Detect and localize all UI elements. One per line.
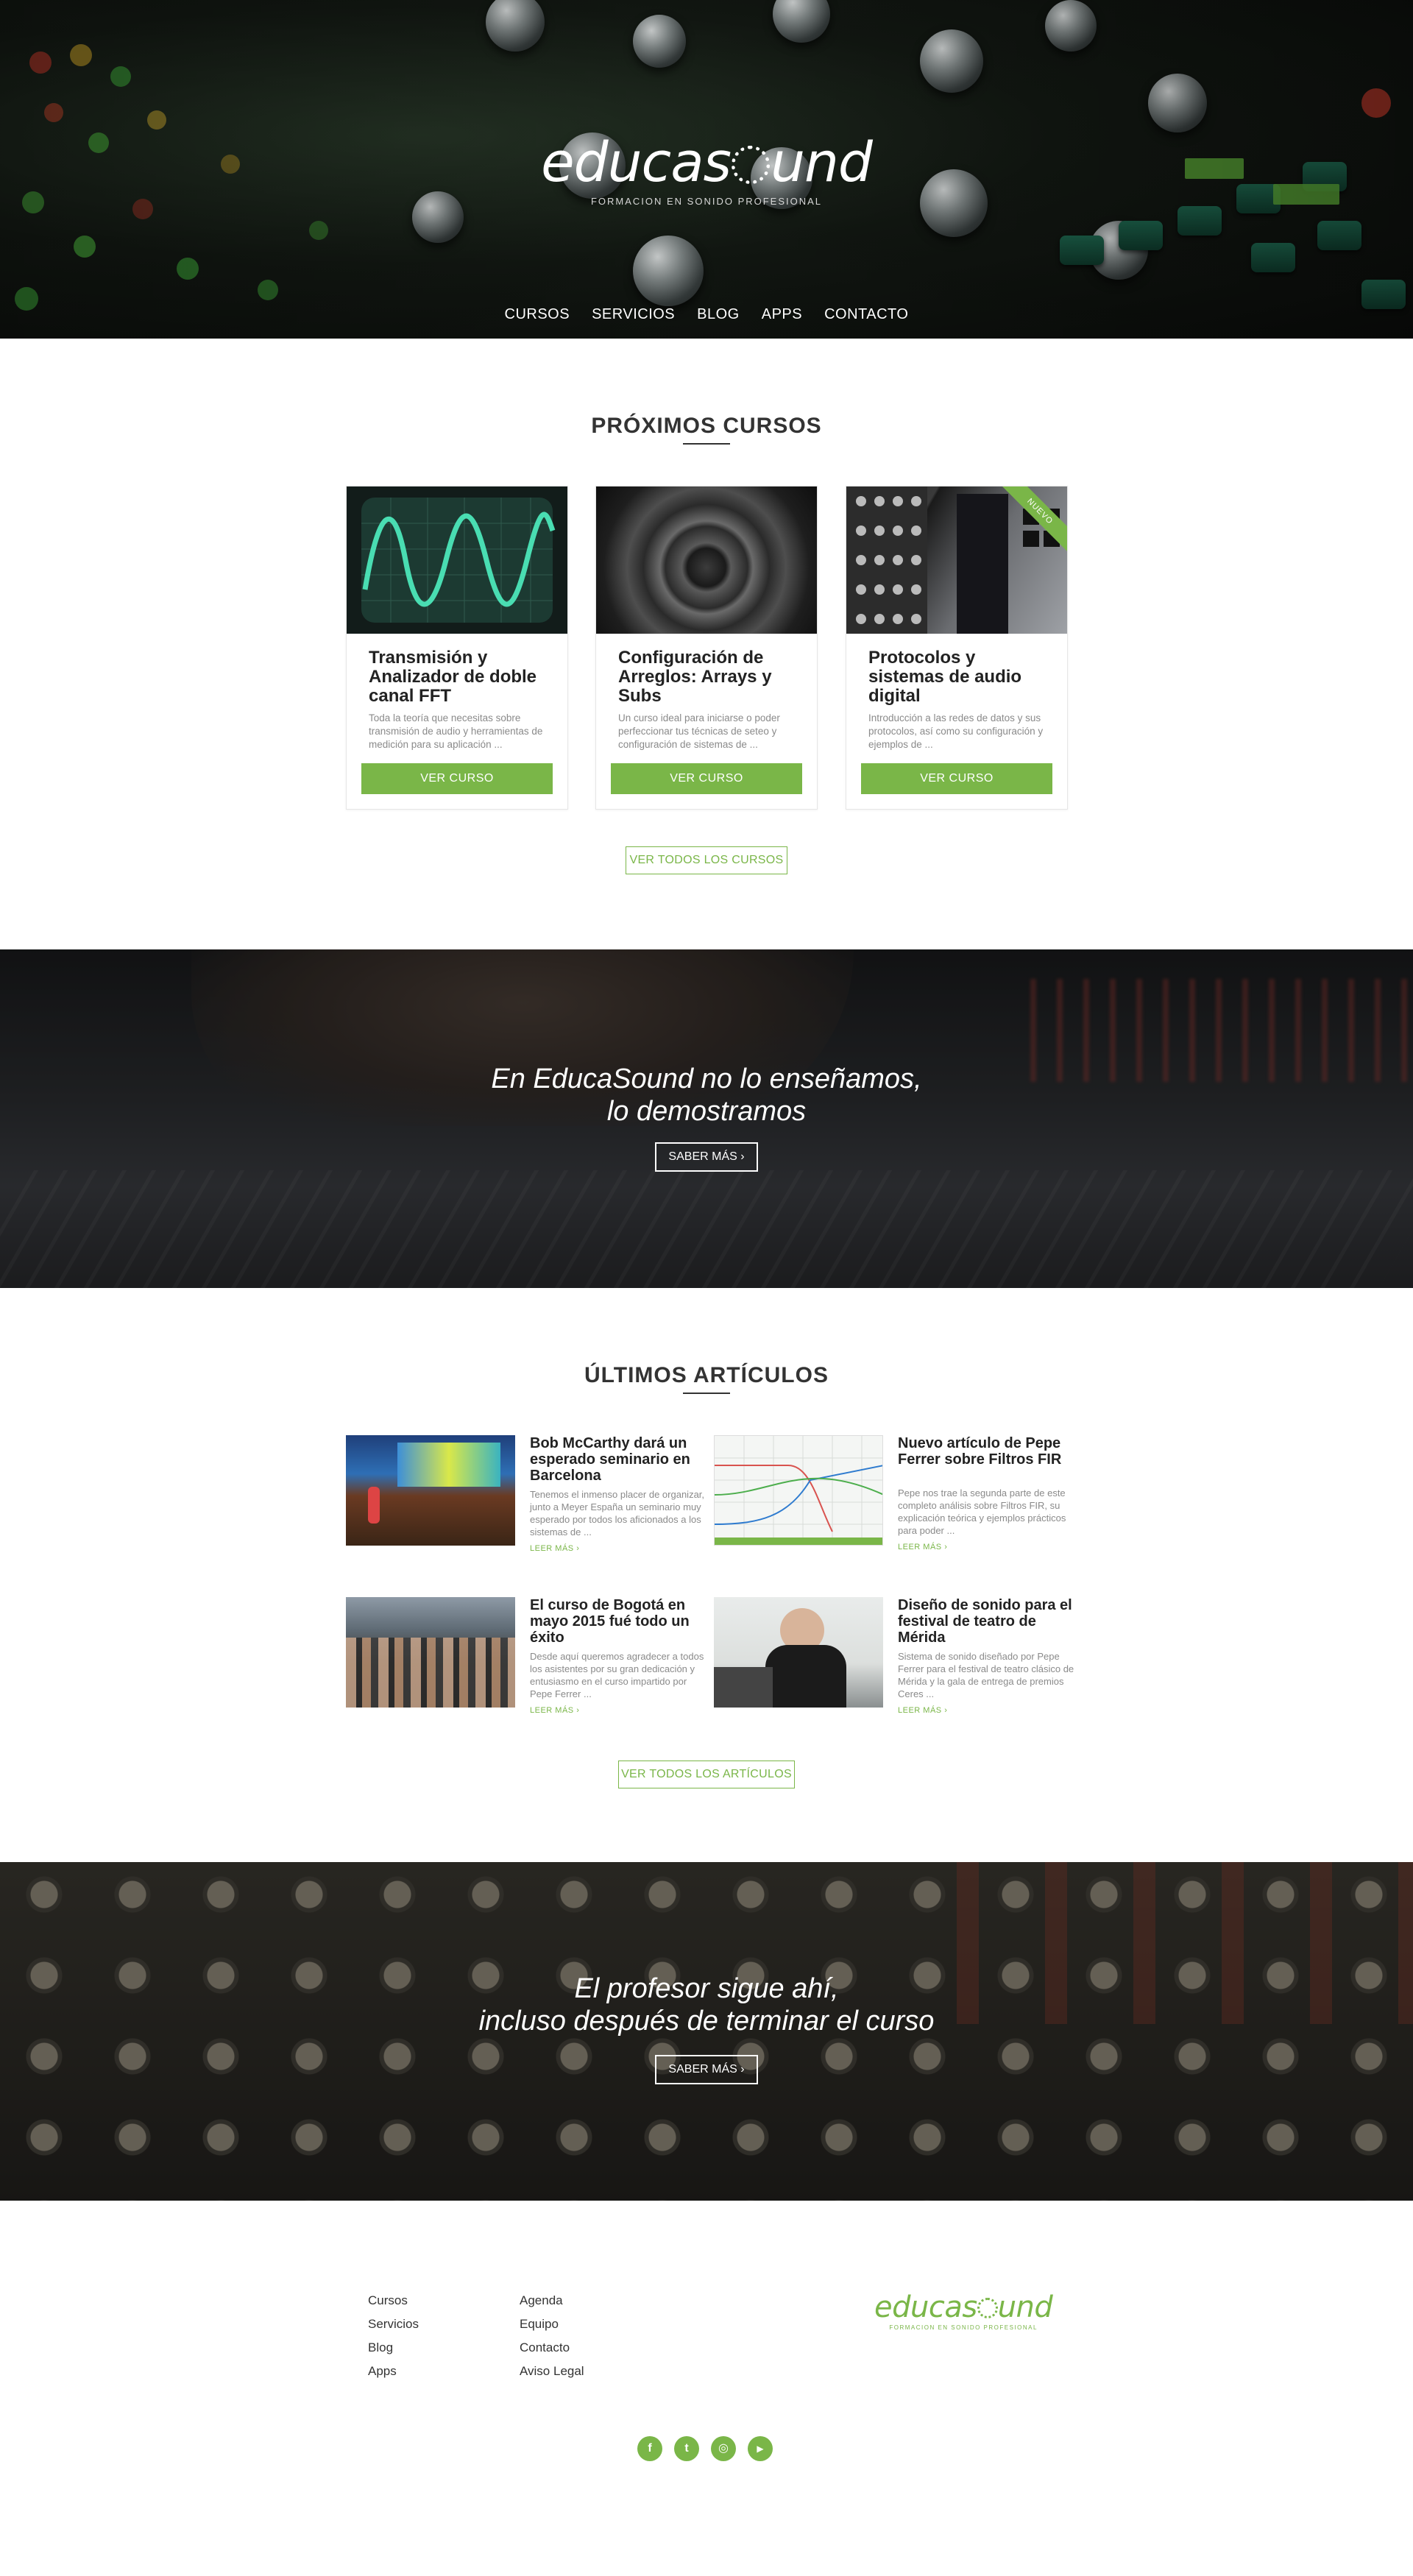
view-all-courses-button[interactable]: VER TODOS LOS CURSOS	[626, 846, 787, 874]
article-title[interactable]: El curso de Bogotá en mayo 2015 fué todo…	[530, 1597, 706, 1646]
banner-quote-line2: incluso después de terminar el curso	[478, 2006, 935, 2037]
logo-sound-icon	[977, 2298, 998, 2318]
learn-more-button[interactable]: SABER MÁS ›	[655, 2055, 758, 2084]
read-more-link[interactable]: LEER MÁS ›	[530, 1544, 579, 1553]
nav-item-apps[interactable]: APPS	[762, 306, 802, 323]
footer-link-servicios[interactable]: Servicios	[368, 2313, 419, 2336]
footer-links-col2: Agenda Equipo Contacto Aviso Legal	[520, 2289, 584, 2383]
footer-link-apps[interactable]: Apps	[368, 2360, 419, 2383]
courses-section-title: PRÓXIMOS CURSOS	[591, 414, 822, 438]
chevron-right-icon: ›	[740, 2063, 745, 2076]
chevron-right-icon: ›	[740, 1150, 745, 1163]
article-item[interactable]: Bob McCarthy dará un esperado seminario …	[346, 1435, 706, 1553]
article-item[interactable]: Nuevo artículo de Pepe Ferrer sobre Filt…	[714, 1435, 1074, 1553]
view-course-button[interactable]: VER CURSO	[611, 763, 802, 794]
footer-link-blog[interactable]: Blog	[368, 2336, 419, 2360]
banner-quote-line1: En EducaSound no lo enseñamos,	[491, 1064, 922, 1094]
logo-tagline: FORMACION EN SONIDO PROFESIONAL	[889, 2324, 1038, 2331]
read-more-link[interactable]: LEER MÁS ›	[530, 1706, 579, 1715]
filter-graph-image	[714, 1435, 883, 1546]
title-divider	[683, 1393, 730, 1394]
learn-more-button[interactable]: SABER MÁS ›	[655, 1142, 758, 1172]
oscilloscope-image	[347, 486, 567, 634]
twitter-icon[interactable]: t	[674, 2436, 699, 2461]
main-navigation: CURSOS SERVICIOS BLOG APPS CONTACTO	[0, 306, 1413, 323]
teacher-banner: El profesor sigue ahí, incluso después d…	[0, 1862, 1413, 2201]
logo-tagline: FORMACION EN SONIDO PROFESIONAL	[590, 196, 823, 207]
article-excerpt: Desde aquí queremos agradecer a todos lo…	[530, 1651, 704, 1699]
instagram-icon[interactable]: ◎	[711, 2436, 736, 2461]
logo-sound-icon	[732, 146, 771, 184]
course-card[interactable]: Configuración de Arreglos: Arrays y Subs…	[595, 486, 818, 810]
nav-item-blog[interactable]: BLOG	[697, 306, 740, 323]
nav-item-cursos[interactable]: CURSOS	[505, 306, 570, 323]
youtube-icon[interactable]: ▶	[748, 2436, 773, 2461]
footer-logo[interactable]: educas und FORMACION EN SONIDO PROFESIONA…	[874, 2290, 1053, 2331]
audio-interface-image: NUEVO	[846, 486, 1067, 634]
course-title[interactable]: Transmisión y Analizador de doble canal …	[369, 648, 545, 706]
course-excerpt: Un curso ideal para iniciarse o poder pe…	[618, 712, 780, 750]
view-course-button[interactable]: VER CURSO	[861, 763, 1052, 794]
articles-section-title: ÚLTIMOS ARTÍCULOS	[584, 1363, 829, 1387]
course-title[interactable]: Configuración de Arreglos: Arrays y Subs	[618, 648, 795, 706]
footer-link-contacto[interactable]: Contacto	[520, 2336, 584, 2360]
banner-quote-line2: lo demostramos	[606, 1096, 807, 1127]
course-excerpt: Toda la teoría que necesitas sobre trans…	[369, 712, 543, 750]
facebook-icon[interactable]: f	[637, 2436, 662, 2461]
demo-banner: En EducaSound no lo enseñamos, lo demost…	[0, 949, 1413, 1288]
speaker-image	[596, 486, 817, 634]
group-photo-image	[346, 1597, 515, 1708]
article-excerpt: Pepe nos trae la segunda parte de este c…	[898, 1487, 1066, 1536]
footer-link-equipo[interactable]: Equipo	[520, 2313, 584, 2336]
footer-link-agenda[interactable]: Agenda	[520, 2289, 584, 2313]
article-excerpt: Tenemos el inmenso placer de organizar, …	[530, 1489, 705, 1538]
course-card[interactable]: NUEVO Protocolos y sistemas de audio dig…	[846, 486, 1068, 810]
logo-wordmark: educas und	[541, 131, 873, 194]
seminar-stage-image	[346, 1435, 515, 1546]
course-excerpt: Introducción a las redes de datos y sus …	[868, 712, 1044, 750]
banner-quote-line1: El profesor sigue ahí,	[574, 1973, 839, 2004]
read-more-link[interactable]: LEER MÁS ›	[898, 1706, 947, 1715]
article-item[interactable]: Diseño de sonido para el festival de tea…	[714, 1597, 1074, 1715]
nav-item-contacto[interactable]: CONTACTO	[824, 306, 908, 323]
article-title[interactable]: Bob McCarthy dará un esperado seminario …	[530, 1435, 706, 1484]
hero-logo[interactable]: educas und FORMACION EN SONIDO PROFESIONA…	[0, 131, 1413, 207]
article-title[interactable]: Diseño de sonido para el festival de tea…	[898, 1597, 1074, 1646]
view-all-articles-button[interactable]: VER TODOS LOS ARTÍCULOS	[618, 1761, 795, 1788]
article-title[interactable]: Nuevo artículo de Pepe Ferrer sobre Filt…	[898, 1435, 1074, 1468]
hero-header: educas und FORMACION EN SONIDO PROFESIONA…	[0, 0, 1413, 339]
title-divider	[683, 443, 730, 445]
read-more-link[interactable]: LEER MÁS ›	[898, 1543, 947, 1551]
nav-item-servicios[interactable]: SERVICIOS	[592, 306, 675, 323]
course-title[interactable]: Protocolos y sistemas de audio digital	[868, 648, 1045, 706]
footer-link-aviso-legal[interactable]: Aviso Legal	[520, 2360, 584, 2383]
article-item[interactable]: El curso de Bogotá en mayo 2015 fué todo…	[346, 1597, 706, 1715]
logo-wordmark: educas und	[874, 2290, 1053, 2324]
article-excerpt: Sistema de sonido diseñado por Pepe Ferr…	[898, 1651, 1074, 1699]
footer-link-cursos[interactable]: Cursos	[368, 2289, 419, 2313]
sound-designer-image	[714, 1597, 883, 1708]
footer-links-col1: Cursos Servicios Blog Apps	[368, 2289, 419, 2383]
view-course-button[interactable]: VER CURSO	[361, 763, 553, 794]
course-card[interactable]: Transmisión y Analizador de doble canal …	[346, 486, 568, 810]
